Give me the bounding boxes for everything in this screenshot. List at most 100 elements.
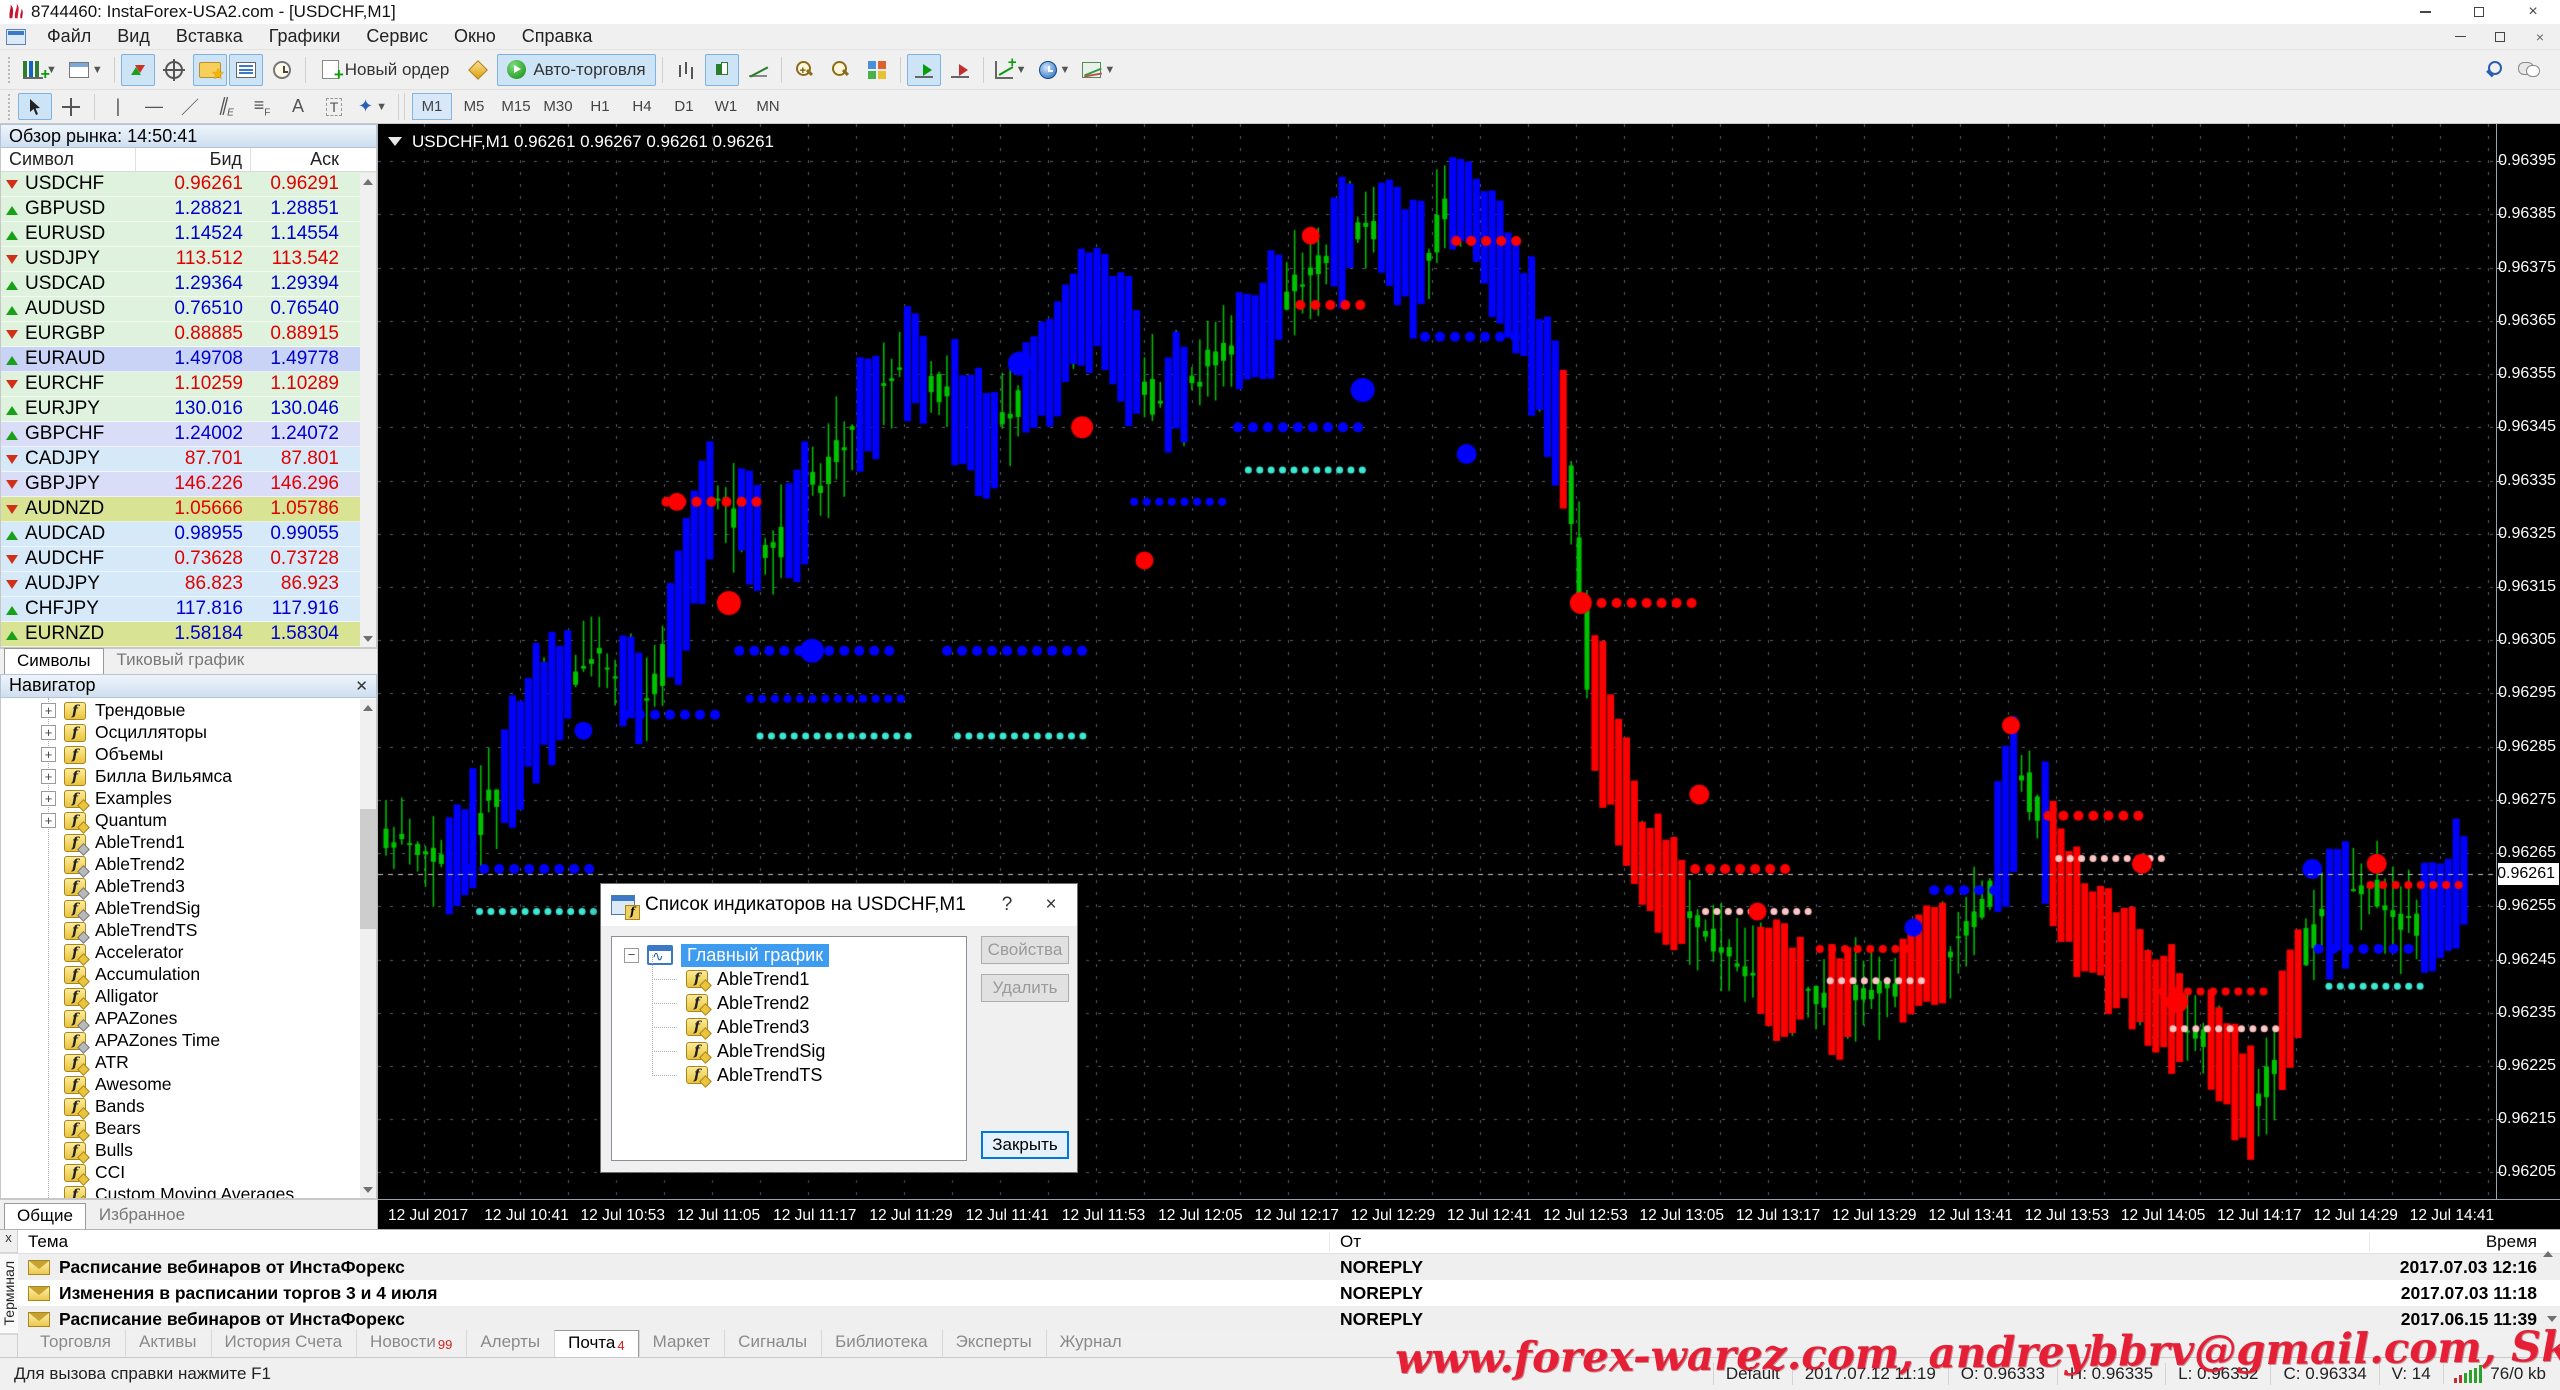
new-order-button[interactable]: Новый ордер — [312, 54, 460, 86]
market-watch-row[interactable]: CHFJPY117.816117.916 — [1, 597, 376, 622]
navigator-item-CCI[interactable]: fCCI — [1, 1162, 376, 1184]
scroll-down-arrow[interactable] — [360, 1182, 376, 1198]
data-window-button[interactable] — [157, 54, 191, 86]
price-axis[interactable]: 0.963950.963850.963750.963650.963550.963… — [2496, 124, 2560, 1199]
navigator-close-icon[interactable]: ✕ — [355, 677, 368, 695]
tab-Избранное[interactable]: Избранное — [86, 1202, 198, 1229]
mdi-close-button[interactable]: × — [2520, 24, 2560, 49]
terminal-tab-Торговля[interactable]: Торговля — [26, 1329, 125, 1357]
expand-icon[interactable]: + — [41, 703, 56, 718]
expand-icon[interactable]: + — [41, 725, 56, 740]
community-button[interactable] — [2512, 54, 2546, 86]
tab-Тиковый график[interactable]: Тиковый график — [104, 647, 258, 674]
navigator-item-Осцилляторы[interactable]: +fОсцилляторы — [1, 722, 376, 744]
terminal-tab-Журнал[interactable]: Журнал — [1046, 1329, 1136, 1357]
trendline-button[interactable]: ／ — [173, 93, 207, 120]
indicators-button[interactable]: ▼ — [990, 54, 1032, 86]
candlestick-chart-button[interactable] — [705, 54, 739, 86]
window-restore-button[interactable] — [2452, 0, 2506, 24]
new-chart-button[interactable]: +▼ — [18, 54, 62, 86]
menu-Сервис[interactable]: Сервис — [353, 24, 441, 49]
close-dialog-button[interactable]: Закрыть — [981, 1131, 1069, 1159]
navigator-item-Bands[interactable]: fBands — [1, 1096, 376, 1118]
terminal-tab-Библиотека[interactable]: Библиотека — [821, 1329, 941, 1357]
timeframe-H4[interactable]: H4 — [622, 93, 662, 120]
terminal-tab-Почта[interactable]: Почта4 — [554, 1330, 638, 1357]
navigator-item-Alligator[interactable]: fAlligator — [1, 986, 376, 1008]
equidistant-channel-button[interactable]: ∥E — [209, 93, 243, 120]
tab-Символы[interactable]: Символы — [4, 648, 104, 674]
column-time[interactable]: Время — [2370, 1232, 2543, 1252]
dialog-indicator-list[interactable]: − Главный график fAbleTrend1fAbleTrend2f… — [611, 936, 967, 1161]
strategy-tester-button[interactable] — [265, 54, 299, 86]
market-watch-row[interactable]: AUDJPY86.82386.923 — [1, 572, 376, 597]
timeframe-M5[interactable]: M5 — [454, 93, 494, 120]
menu-Окно[interactable]: Окно — [441, 24, 509, 49]
navigator-item-Awesome[interactable]: fAwesome — [1, 1074, 376, 1096]
navigator-item-Custom Moving Averages[interactable]: fCustom Moving Averages — [1, 1184, 376, 1200]
market-watch-row[interactable]: USDCAD1.293641.29394 — [1, 272, 376, 297]
market-watch-toggle[interactable] — [121, 54, 155, 86]
market-watch-row[interactable]: AUDCAD0.989550.99055 — [1, 522, 376, 547]
scrollbar-thumb[interactable] — [360, 809, 376, 929]
one-click-trading-icon[interactable] — [388, 137, 402, 153]
expand-icon[interactable]: + — [41, 747, 56, 762]
terminal-tab-История Счета[interactable]: История Счета — [211, 1329, 357, 1357]
navigator-item-AbleTrend3[interactable]: fAbleTrend3 — [1, 876, 376, 898]
cursor-button[interactable] — [18, 93, 52, 120]
navigator-item-APAZones[interactable]: fAPAZones — [1, 1008, 376, 1030]
terminal-tab-Активы[interactable]: Активы — [125, 1329, 211, 1357]
market-watch-row[interactable]: GBPCHF1.240021.24072 — [1, 422, 376, 447]
profiles-button[interactable]: ▼ — [64, 54, 108, 86]
templates-button[interactable]: ▼ — [1077, 54, 1120, 86]
horizontal-line-button[interactable]: — — [137, 93, 171, 120]
tab-Общие[interactable]: Общие — [4, 1203, 86, 1229]
market-watch-row[interactable]: EURNZD1.581841.58304 — [1, 622, 376, 647]
mail-row[interactable]: Изменения в расписании торгов 3 и 4 июля… — [18, 1280, 2560, 1306]
column-subject[interactable]: Тема — [18, 1232, 1330, 1252]
terminal-columns[interactable]: Тема От Время — [18, 1230, 2560, 1254]
timeframe-M15[interactable]: M15 — [496, 93, 536, 120]
market-watch-row[interactable]: AUDUSD0.765100.76540 — [1, 297, 376, 322]
zoom-in-button[interactable]: + — [788, 54, 822, 86]
navigator-item-Bears[interactable]: fBears — [1, 1118, 376, 1140]
terminal-tab-Маркет[interactable]: Маркет — [639, 1329, 725, 1357]
market-watch-title[interactable]: Обзор рынка: 14:50:41 — [0, 124, 377, 148]
text-button[interactable]: A — [281, 93, 315, 120]
market-watch-row[interactable]: EURAUD1.497081.49778 — [1, 347, 376, 372]
mail-row[interactable]: Расписание вебинаров от ИнстаФорексNOREP… — [18, 1254, 2560, 1280]
market-watch-row[interactable]: EURUSD1.145241.14554 — [1, 222, 376, 247]
market-watch-row[interactable]: USDJPY113.512113.542 — [1, 247, 376, 272]
toolbar-grip[interactable] — [8, 94, 13, 120]
auto-scroll-toggle[interactable] — [907, 54, 941, 86]
menu-Справка[interactable]: Справка — [509, 24, 606, 49]
navigator-item-Accelerator[interactable]: fAccelerator — [1, 942, 376, 964]
dialog-root-label[interactable]: Главный график — [681, 944, 829, 967]
text-label-button[interactable]: T — [317, 93, 351, 120]
navigator-toggle[interactable] — [193, 54, 227, 86]
column-from[interactable]: От — [1330, 1232, 2370, 1252]
market-watch-row[interactable]: GBPUSD1.288211.28851 — [1, 197, 376, 222]
navigator-item-Quantum[interactable]: +fQuantum — [1, 810, 376, 832]
column-symbol[interactable]: Символ — [1, 148, 136, 171]
navigator-scrollbar[interactable] — [360, 699, 376, 1198]
market-watch-row[interactable]: EURGBP0.888850.88915 — [1, 322, 376, 347]
timeframe-M1[interactable]: M1 — [412, 93, 452, 120]
auto-trading-toggle[interactable]: Авто-торговля — [497, 54, 655, 86]
terminal-tab-Сигналы[interactable]: Сигналы — [724, 1329, 821, 1357]
delete-button[interactable]: Удалить — [981, 974, 1069, 1002]
properties-button[interactable]: Свойства — [981, 936, 1069, 964]
menu-Вставка[interactable]: Вставка — [163, 24, 256, 49]
menu-Файл[interactable]: Файл — [34, 24, 104, 49]
column-bid[interactable]: Бид — [136, 148, 251, 171]
market-watch-row[interactable]: GBPJPY146.226146.296 — [1, 472, 376, 497]
crosshair-button[interactable] — [54, 93, 88, 120]
expand-icon[interactable]: + — [41, 769, 56, 784]
window-close-button[interactable]: × — [2506, 0, 2560, 24]
tile-windows-button[interactable] — [860, 54, 894, 86]
timeframe-H1[interactable]: H1 — [580, 93, 620, 120]
market-watch-scrollbar[interactable] — [360, 173, 376, 647]
dialog-help-button[interactable]: ? — [985, 884, 1029, 926]
navigator-item-AbleTrendSig[interactable]: fAbleTrendSig — [1, 898, 376, 920]
navigator-item-ATR[interactable]: fATR — [1, 1052, 376, 1074]
